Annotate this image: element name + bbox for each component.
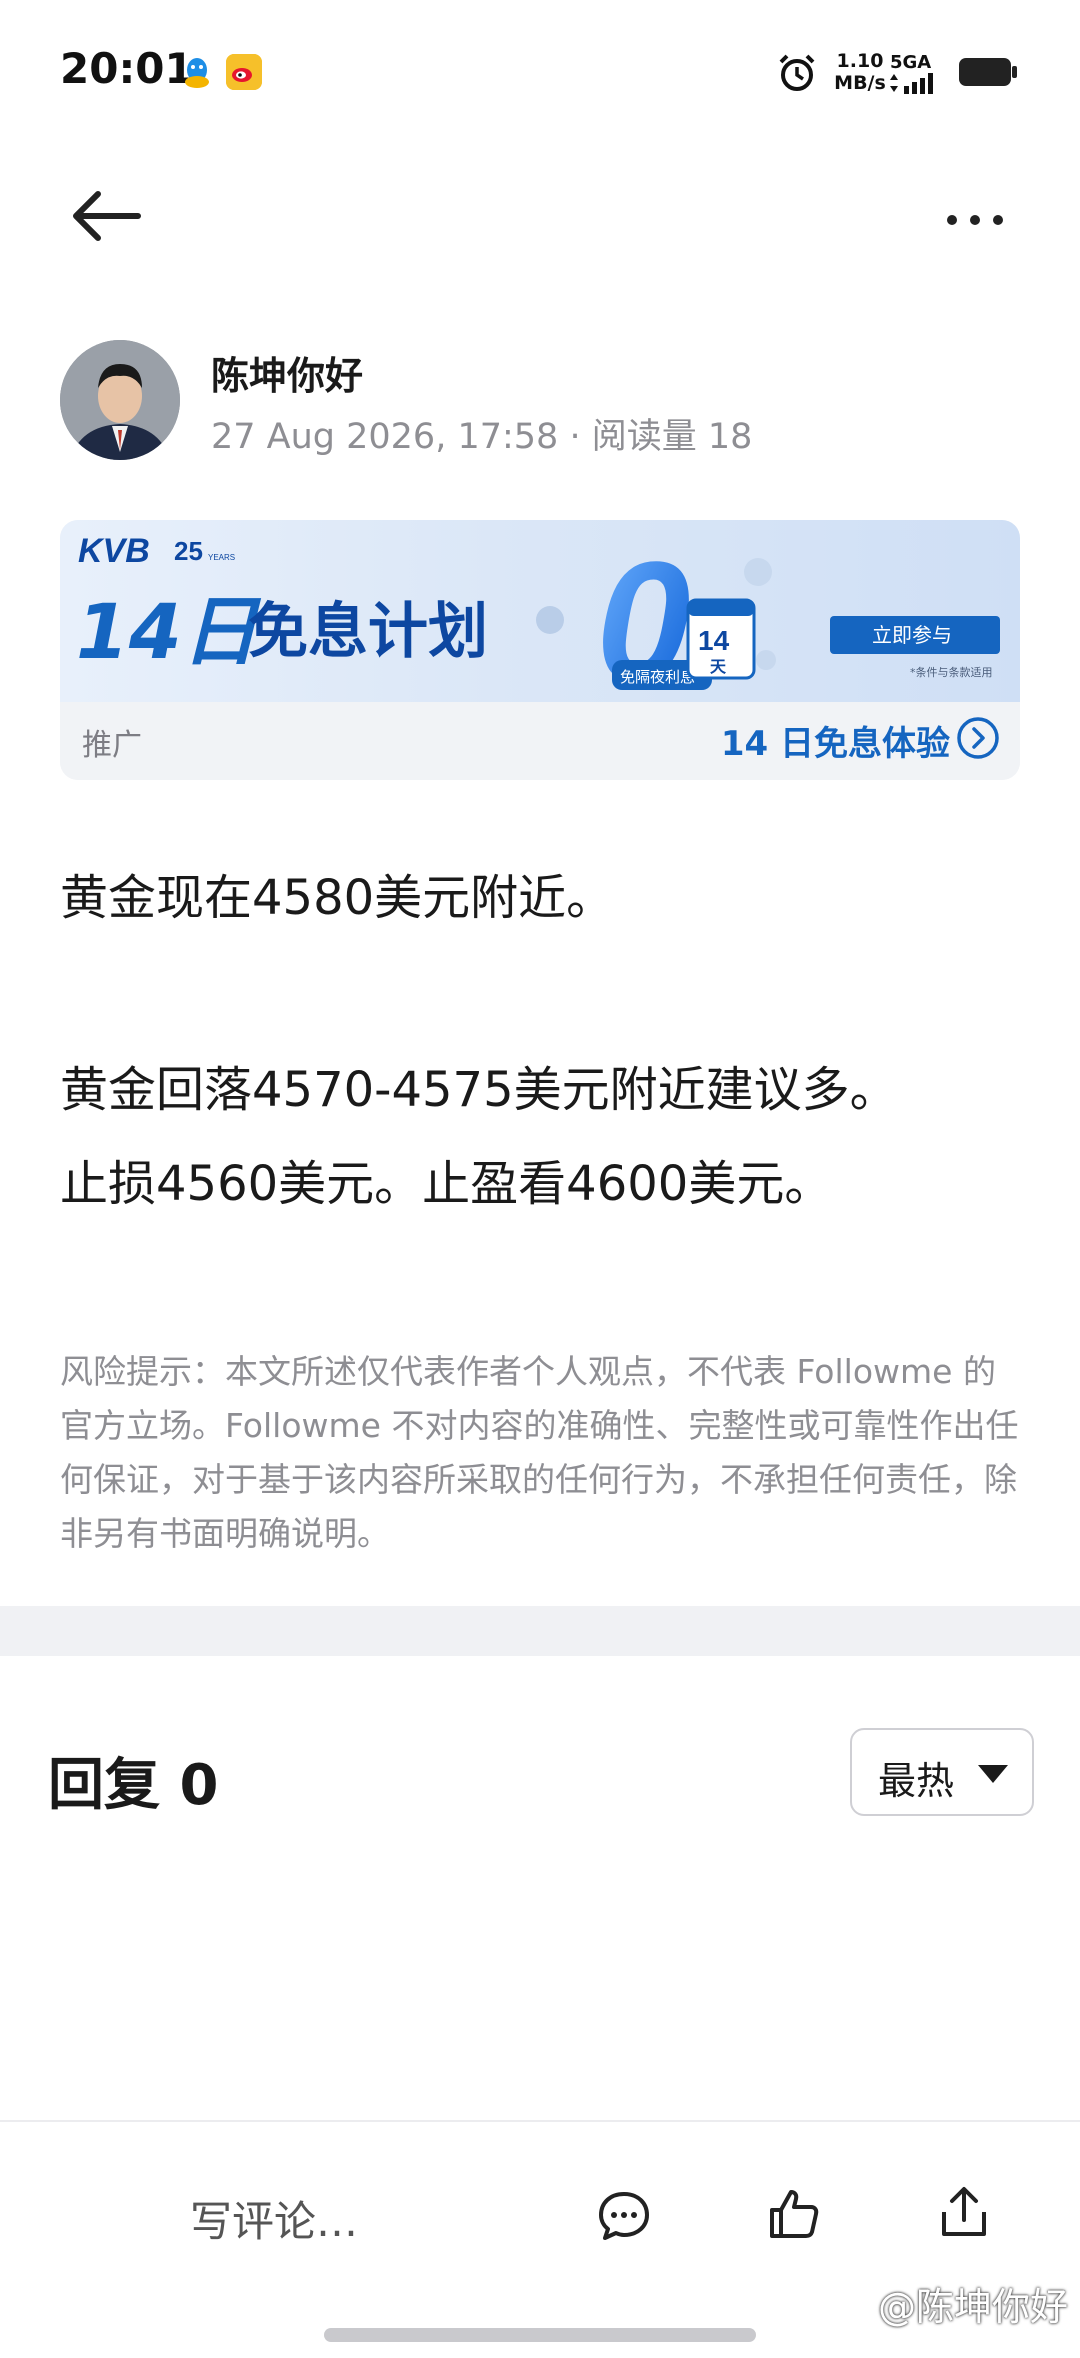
post-body-line-2: 黄金回落4570-4575美元附近建议多。 (60, 1062, 898, 1118)
author-avatar[interactable] (60, 340, 180, 460)
ad-sponsored-tag: 推广 (82, 728, 142, 763)
sort-dropdown-label: 最热 (878, 1759, 955, 1803)
network-label: 5GA (890, 52, 932, 73)
ad-calendar-unit: 天 (710, 657, 727, 676)
ad-calendar-num: 14 (698, 625, 730, 656)
network-speed-unit: MB/s (834, 72, 886, 94)
replies-heading: 回复 0 (48, 1753, 219, 1818)
more-options-button[interactable] (940, 200, 1010, 240)
post-detail-page: 20:01 1.10 MB/s 5GA 陈坤你好 27 Aug 2026, 17… (0, 0, 1080, 2358)
post-body-line-1: 黄金现在4580美元附近。 (60, 870, 615, 926)
thumbs-up-icon[interactable] (766, 2186, 822, 2242)
network-speed: 1.10 MB/s (830, 50, 890, 94)
post-meta: 27 Aug 2026, 17:58 · 阅读量 18 (211, 417, 753, 457)
status-time: 20:01 (60, 44, 194, 93)
share-icon[interactable] (936, 2184, 992, 2240)
signal-indicator: 5GA (890, 52, 950, 96)
author-name[interactable]: 陈坤你好 (211, 345, 363, 400)
ad-footer[interactable]: 推广 14 日免息体验 (60, 702, 1020, 780)
comment-input[interactable]: 写评论… (190, 2188, 358, 2249)
ad-join-button: 立即参与 (872, 623, 952, 647)
ad-banner-graphic: KVB 25 YEARS 14日 免息计划 0 免隔夜利息 14 天 立即参与 … (76, 527, 1000, 717)
ad-banner[interactable]: KVB 25 YEARS 14日 免息计划 0 免隔夜利息 14 天 立即参与 … (60, 520, 1020, 717)
ad-brand: KVB (78, 532, 150, 570)
status-bar: 20:01 1.10 MB/s 5GA (0, 0, 1080, 150)
ad-headline-text: 免息计划 (248, 597, 488, 667)
bottom-action-bar: 写评论… @陈坤你好 (0, 2120, 1080, 2358)
ad-headline-num: 14日 (76, 587, 262, 676)
battery-icon (959, 58, 1017, 86)
alarm-icon (779, 54, 815, 91)
watermark: @陈坤你好 (877, 2285, 1068, 2329)
section-divider (0, 1606, 1080, 1656)
ad-badge: 免隔夜利息 (620, 668, 695, 686)
ad-cta-link[interactable]: 14 日免息体验 (721, 716, 950, 765)
sort-dropdown[interactable]: 最热 (850, 1728, 1034, 1816)
comment-icon[interactable] (596, 2188, 652, 2244)
ad-anniversary-sub: YEARS (208, 553, 235, 562)
risk-disclaimer: 风险提示：本文所述仅代表作者个人观点，不代表 Followme 的官方立场。Fo… (60, 1352, 1019, 1553)
post-body-line-3: 止损4560美元。止盈看4600美元。 (60, 1156, 833, 1212)
signal-icon (890, 73, 933, 94)
ad-fine-print: *条件与条款适用 (910, 665, 993, 679)
back-button[interactable] (68, 186, 144, 246)
weibo-icon (226, 54, 262, 90)
home-indicator[interactable] (324, 2328, 756, 2342)
avatar-image (60, 340, 180, 460)
chevron-right-circle-icon[interactable] (956, 716, 1000, 760)
qq-icon (185, 58, 209, 88)
network-speed-value: 1.10 (836, 50, 884, 72)
ad-anniversary: 25 (174, 536, 203, 566)
ad-card[interactable]: KVB 25 YEARS 14日 免息计划 0 免隔夜利息 14 天 立即参与 … (60, 520, 1020, 780)
caret-down-icon (978, 1765, 1008, 1783)
